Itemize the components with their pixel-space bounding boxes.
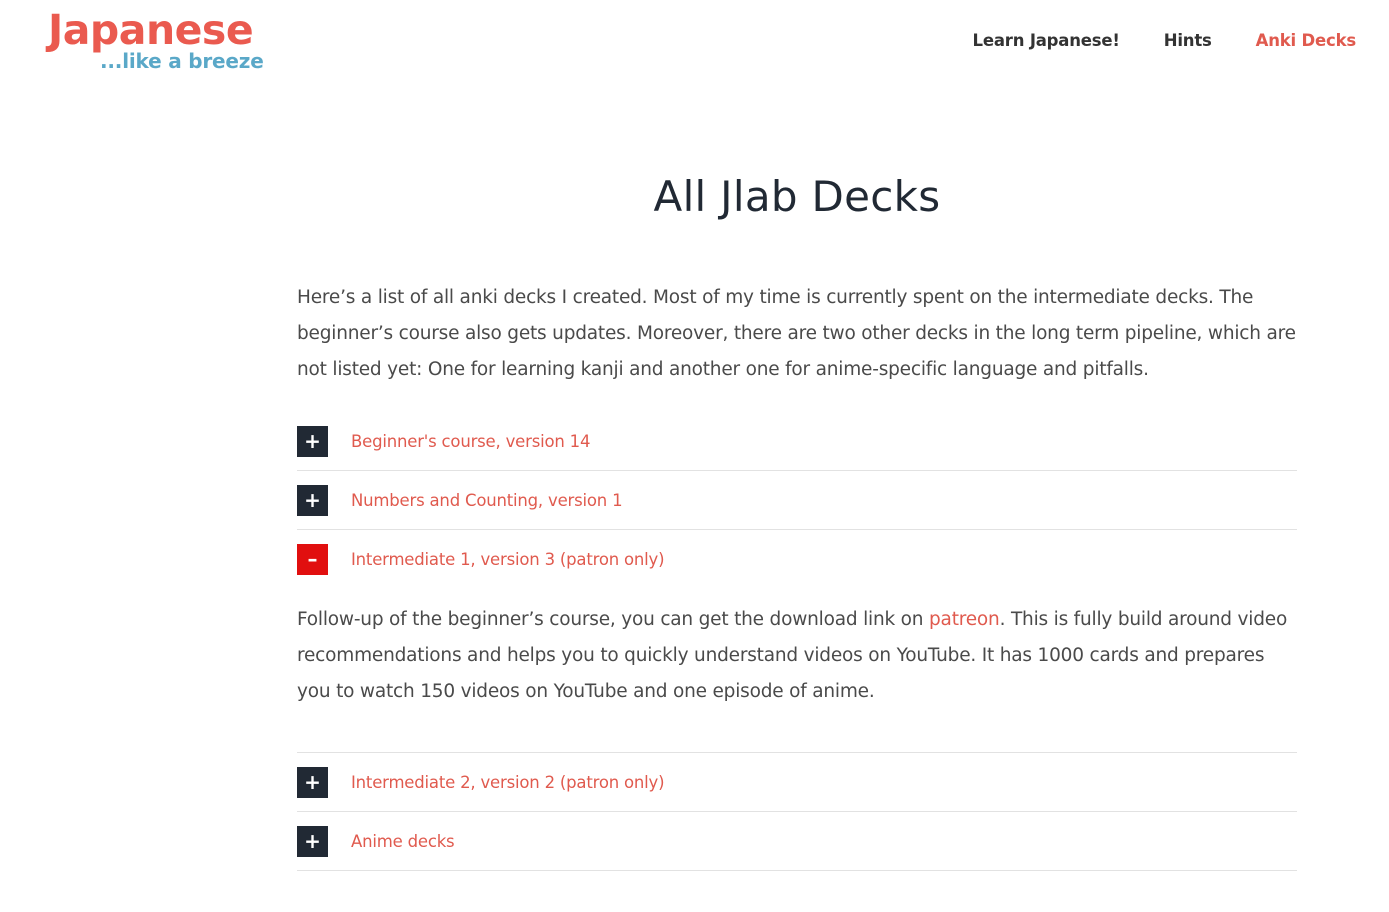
- accordion-body: Follow-up of the beginner’s course, you …: [297, 588, 1297, 752]
- plus-icon[interactable]: +: [297, 425, 328, 457]
- main-nav: Learn Japanese! Hints Anki Decks: [929, 29, 1357, 53]
- patreon-link[interactable]: patreon: [929, 609, 1000, 630]
- deck-accordion: + Beginner's course, version 14 + Number…: [297, 412, 1297, 871]
- nav-anki-decks[interactable]: Anki Decks: [1256, 29, 1357, 53]
- accordion-item: + Numbers and Counting, version 1: [297, 471, 1297, 530]
- site-logo[interactable]: Japanese ...like a breeze: [48, 6, 288, 76]
- accordion-item: + Intermediate 2, version 2 (patron only…: [297, 753, 1297, 812]
- minus-icon[interactable]: –: [297, 543, 328, 575]
- accordion-title[interactable]: Intermediate 2, version 2 (patron only): [351, 773, 665, 792]
- logo-tagline: ...like a breeze: [100, 49, 264, 73]
- accordion-item-open: – Intermediate 1, version 3 (patron only…: [297, 530, 1297, 753]
- logo-main-text: Japanese: [48, 6, 254, 54]
- nav-learn-japanese[interactable]: Learn Japanese!: [973, 29, 1120, 53]
- nav-hints[interactable]: Hints: [1164, 29, 1212, 53]
- accordion-header-intermediate-2[interactable]: + Intermediate 2, version 2 (patron only…: [297, 753, 1297, 811]
- accordion-header-intermediate-1[interactable]: – Intermediate 1, version 3 (patron only…: [297, 530, 1297, 588]
- accordion-header-anime-decks[interactable]: + Anime decks: [297, 812, 1297, 870]
- plus-icon[interactable]: +: [297, 484, 328, 516]
- accordion-header-numbers-counting[interactable]: + Numbers and Counting, version 1: [297, 471, 1297, 529]
- accordion-title[interactable]: Numbers and Counting, version 1: [351, 491, 623, 510]
- plus-icon[interactable]: +: [297, 766, 328, 798]
- accordion-item: + Anime decks: [297, 812, 1297, 871]
- body-text-before: Follow-up of the beginner’s course, you …: [297, 609, 930, 630]
- intro-paragraph: Here’s a list of all anki decks I create…: [297, 287, 1296, 380]
- accordion-title[interactable]: Beginner's course, version 14: [351, 432, 590, 451]
- accordion-title[interactable]: Anime decks: [351, 832, 455, 851]
- accordion-item: + Beginner's course, version 14: [297, 412, 1297, 471]
- page-title: All Jlab Decks: [653, 172, 941, 221]
- plus-icon[interactable]: +: [297, 825, 328, 857]
- accordion-header-beginners-course[interactable]: + Beginner's course, version 14: [297, 412, 1297, 470]
- accordion-title[interactable]: Intermediate 1, version 3 (patron only): [351, 550, 665, 569]
